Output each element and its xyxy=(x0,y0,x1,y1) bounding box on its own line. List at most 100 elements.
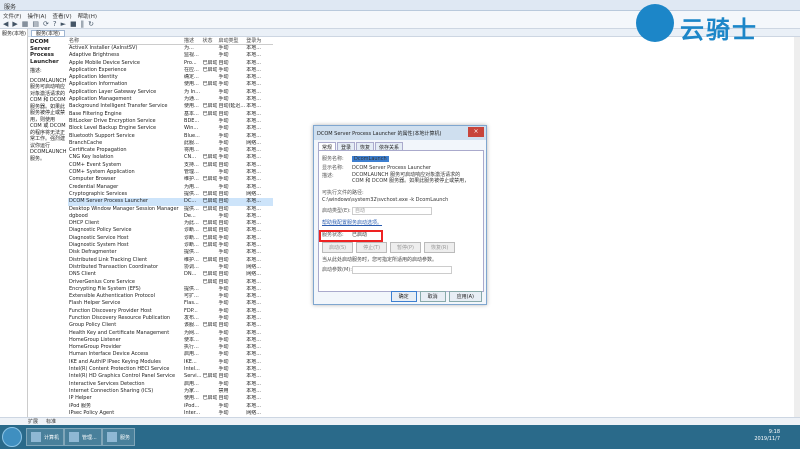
taskbar-item-services[interactable]: 服务 xyxy=(102,428,136,446)
table-row[interactable]: Adaptive Brightness 监视... 手动 本地... xyxy=(68,52,273,59)
cell-description: Intel... xyxy=(184,366,200,373)
menu-file[interactable]: 文件(F) xyxy=(3,12,21,20)
taskbar-item-computer[interactable]: 计算机 xyxy=(26,428,65,446)
play-icon[interactable]: ► xyxy=(61,20,66,28)
table-row[interactable]: Diagnostic System Host 诊断... 已启动 手动 本地... xyxy=(68,242,273,249)
resume-button[interactable]: 恢复(R) xyxy=(423,242,456,253)
cell-startup-type: 手动 xyxy=(218,176,229,183)
table-row[interactable]: Application Experience 在应... 已启动 手动 本地... xyxy=(68,67,273,74)
cell-status: 已启动 xyxy=(202,66,218,73)
table-row[interactable]: Internet Connection Sharing (ICS) 为家... 禁用… xyxy=(68,388,273,395)
table-row[interactable]: HomeGroup Provider 执行... 手动 本地... xyxy=(68,344,273,351)
restart-icon[interactable]: ↻ xyxy=(88,20,94,28)
start-params-input[interactable] xyxy=(352,265,452,274)
table-row[interactable]: COM+ Event System 支持... 已启动 自动 本地... xyxy=(68,162,273,169)
pause-icon[interactable]: ‖ xyxy=(81,20,85,28)
table-row[interactable]: Disk Defragmenter 提供... 手动 本地... xyxy=(68,249,273,256)
back-icon[interactable]: ◀ xyxy=(3,20,8,28)
display-name-field[interactable]: DCOM Server Process Launcher xyxy=(352,165,431,171)
table-row[interactable]: Computer Browser 维护... 已启动 手动 本地... xyxy=(68,176,273,183)
table-row[interactable]: DriverGenius Core Service 已启动 自动 本地... xyxy=(68,279,273,286)
cancel-button[interactable]: 取消 xyxy=(419,291,446,302)
system-clock[interactable]: 9:18 2019/11/7 xyxy=(754,429,780,443)
table-row[interactable]: Interactive Services Detection 启用... 手动 本地.… xyxy=(68,381,273,388)
table-row[interactable]: HomeGroup Listener 使本... 手动 本地... xyxy=(68,337,273,344)
table-row[interactable]: Credential Manager 为用... 手动 本地... xyxy=(68,184,273,191)
table-row[interactable]: Human Interface Device Access 启用... 手动 本地..… xyxy=(68,351,273,358)
cell-startup-type: 手动 xyxy=(218,132,229,139)
table-row[interactable]: Encrypting File System (EFS) 提供... 手动 本地... xyxy=(68,286,273,293)
apply-button[interactable]: 应用(A) xyxy=(448,291,482,302)
tree-item-services-local[interactable]: 服务(本地) xyxy=(0,29,27,38)
table-row[interactable]: BitLocker Drive Encryption Service BDE...… xyxy=(68,118,273,125)
stop-button[interactable]: 停止(T) xyxy=(356,242,388,253)
service-name-value[interactable]: DcomLaunch xyxy=(352,155,389,162)
tab-standard[interactable]: 标准 xyxy=(46,418,56,425)
table-row[interactable]: Extensible Authentication Protocol 可扩... 手… xyxy=(68,293,273,300)
table-row[interactable]: dgbood De... 手动 本地... xyxy=(68,213,273,220)
table-row[interactable]: IP Helper 使用... 已启动 自动 本地... xyxy=(68,395,273,402)
table-row[interactable]: IPsec Policy Agent Inter... 手动 网络... xyxy=(68,410,273,417)
table-row[interactable]: Application Identity 确定... 手动 本地... xyxy=(68,74,273,81)
table-row[interactable]: Desktop Window Manager Session Manager 提供… xyxy=(68,206,273,213)
table-row[interactable]: Block Level Backup Engine Service Win... 手… xyxy=(68,125,273,132)
refresh-icon[interactable]: ⟳ xyxy=(43,20,49,28)
table-row[interactable]: Function Discovery Provider Host FDP... 手动… xyxy=(68,308,273,315)
table-row[interactable]: ActiveX Installer (AxInstSV) 为... 手动 本地... xyxy=(68,45,273,53)
vertical-scrollbar[interactable] xyxy=(794,37,800,417)
menu-action[interactable]: 操作(A) xyxy=(27,12,46,20)
col-header-status[interactable]: 状态 xyxy=(201,37,218,45)
table-row[interactable]: iPod 服务 iPod... 手动 本地... xyxy=(68,403,273,410)
table-row[interactable]: IKE and AuthIP IPsec Keying Modules IKE..… xyxy=(68,359,273,366)
startup-type-select[interactable]: 自动 xyxy=(352,206,432,215)
table-row[interactable]: DNS Client DN... 已启动 自动 网络... xyxy=(68,271,273,278)
help-configure-link[interactable]: 帮助我配置服务启动选项。 xyxy=(322,219,480,226)
cell-name: Diagnostic System Host xyxy=(69,242,129,249)
col-header-description[interactable]: 描述 xyxy=(183,37,202,45)
table-row[interactable]: Background Intelligent Transfer Service 使… xyxy=(68,103,273,110)
table-row[interactable]: Bluetooth Support Service Blue... 手动 本地... xyxy=(68,133,273,140)
table-row[interactable]: Certificate Propagation 将用... 手动 本地... xyxy=(68,147,273,154)
cell-status xyxy=(201,381,217,388)
help-icon[interactable]: ? xyxy=(53,20,57,28)
forward-icon[interactable]: ▶ xyxy=(12,20,17,28)
table-row[interactable]: COM+ System Application 管理... 手动 本地... xyxy=(68,169,273,176)
table-row[interactable]: Diagnostic Policy Service 诊断... 已启动 自动 本地... xyxy=(68,227,273,234)
table-row[interactable]: Health Key and Certificate Management 为网.… xyxy=(68,330,273,337)
table-row[interactable]: Apple Mobile Device Service Pro... 已启动 自动 本地… xyxy=(68,60,273,67)
table-row[interactable]: Function Discovery Resource Publication 发… xyxy=(68,315,273,322)
col-header-startup-type[interactable]: 启动类型 xyxy=(217,37,246,45)
table-row[interactable]: BranchCache 此服... 手动 网络... xyxy=(68,140,273,147)
table-row[interactable]: Application Layer Gateway Service 为 In...… xyxy=(68,89,273,96)
table-row[interactable]: Diagnostic Service Host 诊断... 已启动 手动 本地... xyxy=(68,235,273,242)
taskbar-item-management[interactable]: 管理... xyxy=(64,428,102,446)
table-row[interactable]: Distributed Transaction Coordinator 协调...… xyxy=(68,264,273,271)
tree-icon[interactable]: ▦ xyxy=(22,20,29,28)
table-row[interactable]: Intel(R) Content Protection HECI Service… xyxy=(68,366,273,373)
menu-view[interactable]: 查看(V) xyxy=(53,12,72,20)
table-row[interactable]: Application Management 为通... 手动 本地... xyxy=(68,96,273,103)
properties-icon[interactable]: ▤ xyxy=(32,20,39,28)
cell-startup-type: 自动 xyxy=(218,205,229,212)
tab-extended[interactable]: 扩展 xyxy=(28,418,38,425)
menu-help[interactable]: 帮助(H) xyxy=(78,12,97,20)
col-header-name[interactable]: 名称 xyxy=(68,37,184,45)
table-row[interactable]: Flash Helper Service Flas... 手动 本地... xyxy=(68,300,273,307)
table-row[interactable]: Application Information 使用... 已启动 手动 本地... xyxy=(68,81,273,88)
start-button[interactable]: 启动(S) xyxy=(322,242,354,253)
cell-startup-type: 手动 xyxy=(218,81,229,88)
table-row[interactable]: CNG Key Isolation CN... 已启动 手动 本地... xyxy=(68,154,273,161)
table-row[interactable]: Base Filtering Engine 基本... 已启动 自动 本地... xyxy=(68,111,273,118)
table-row[interactable]: Group Policy Client 该服... 已启动 自动 本地... xyxy=(68,322,273,329)
table-row[interactable]: Distributed Link Tracking Client 维护... 已启动… xyxy=(68,257,273,264)
col-header-logon-as[interactable]: 登录为 xyxy=(245,37,273,45)
table-row[interactable]: Intel(R) HD Graphics Control Panel Servi… xyxy=(68,373,273,380)
ok-button[interactable]: 确定 xyxy=(390,291,417,302)
stop-icon[interactable]: ■ xyxy=(70,20,77,28)
pause-button[interactable]: 暂停(P) xyxy=(390,242,421,253)
table-row[interactable]: DHCP Client 为此... 已启动 自动 本地... xyxy=(68,220,273,227)
start-button-icon[interactable] xyxy=(2,427,22,447)
table-row[interactable]: Cryptographic Services 提供... 已启动 自动 网络... xyxy=(68,191,273,198)
table-row[interactable]: DCOM Server Process Launcher DC... 已启动 自动 本地… xyxy=(68,198,273,206)
close-icon[interactable]: × xyxy=(468,127,484,137)
